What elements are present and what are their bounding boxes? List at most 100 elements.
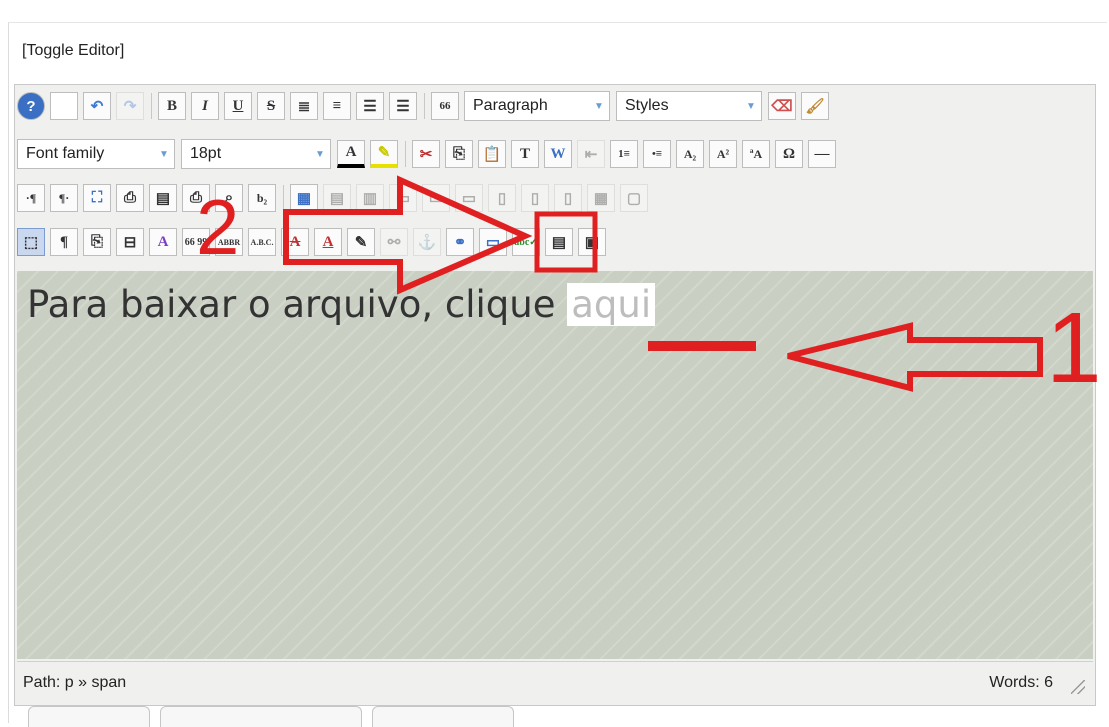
merge-cells-icon[interactable]: ▢ (620, 184, 648, 212)
numbered-list-icon[interactable]: 1≡ (610, 140, 638, 168)
toolbar-separator (283, 185, 284, 211)
spellcheck-icon[interactable]: abc✓ (512, 228, 540, 256)
font-color-icon[interactable]: A (337, 140, 365, 168)
bullet-list-icon[interactable]: •≡ (643, 140, 671, 168)
paste-word-icon[interactable]: W (544, 140, 572, 168)
anchor-icon[interactable]: ⚓ (413, 228, 441, 256)
acronym-icon[interactable]: A.B.C. (248, 228, 276, 256)
chevron-down-icon: ▼ (159, 148, 169, 160)
horizontal-rule-icon[interactable]: — (808, 140, 836, 168)
visual-aid-icon[interactable]: ⬚ (17, 228, 45, 256)
outdent-icon[interactable]: ⇤ (577, 140, 605, 168)
word-count: Words: 6 (989, 674, 1053, 691)
redo-icon[interactable]: ↷ (116, 92, 144, 120)
toggle-editor-link[interactable]: [Toggle Editor] (22, 42, 124, 60)
justify-full-icon[interactable]: ≣ (290, 92, 318, 120)
rich-text-editor: ? ↶ ↷ B I U S ≣ ≡ ☰ ☰ 66 Paragraph ▼ Sty… (14, 84, 1096, 706)
paragraph-text: Para baixar o arquivo, clique (27, 283, 568, 326)
ltr-icon[interactable]: ·¶ (17, 184, 45, 212)
rtl-icon[interactable]: ¶· (50, 184, 78, 212)
subscript-button[interactable]: A₂ (676, 140, 704, 168)
absolute-icon[interactable]: ▣ (578, 228, 606, 256)
styles-select[interactable]: Styles ▼ (616, 91, 762, 121)
cut-icon[interactable]: ✂ (412, 140, 440, 168)
font-size-value: 18pt (190, 145, 222, 162)
eraser-icon[interactable]: ⌫ (768, 92, 796, 120)
format-select[interactable]: Paragraph ▼ (464, 91, 610, 121)
unlink-icon[interactable]: ⚯ (380, 228, 408, 256)
underline-button[interactable]: U (224, 92, 252, 120)
char-map-icon[interactable]: ªA (742, 140, 770, 168)
resize-grip-icon[interactable] (1071, 680, 1085, 694)
annotation-label-2: 2 (196, 183, 240, 271)
undo-icon[interactable]: ↶ (83, 92, 111, 120)
ins-icon[interactable]: A (314, 228, 342, 256)
insert-row-after-icon[interactable]: ▭ (422, 184, 450, 212)
toolbar-separator (405, 141, 406, 167)
new-document-icon[interactable] (50, 92, 78, 120)
attribs-icon[interactable]: ✎ (347, 228, 375, 256)
print-preview-icon[interactable]: ▤ (149, 184, 177, 212)
del-icon[interactable]: A (281, 228, 309, 256)
toolbar-separator (151, 93, 152, 119)
paste-text-icon[interactable]: T (511, 140, 539, 168)
italic-button[interactable]: I (191, 92, 219, 120)
template-icon[interactable]: ⎘ (83, 228, 111, 256)
status-bar: Path: p » span Words: 6 (17, 661, 1093, 702)
styles-select-value: Styles (625, 97, 669, 114)
editor-extra-button[interactable] (160, 706, 362, 727)
styleprops-icon[interactable]: A (149, 228, 177, 256)
font-family-value: Font family (26, 145, 105, 162)
editor-extra-button[interactable] (28, 706, 150, 727)
annotation-label-1: 1 (1046, 292, 1102, 404)
cell-props-icon[interactable]: ▥ (356, 184, 384, 212)
toolbar-row-4: ⬚ ¶ ⎘ ⊟ A 66 99 ABBR A.B.C. A A ✎ ⚯ ⚓ ⚭ … (17, 225, 611, 259)
format-select-value: Paragraph (473, 97, 548, 114)
image-icon[interactable]: ▭ (479, 228, 507, 256)
fullscreen-icon[interactable]: ⛶ (83, 184, 111, 212)
page-break-icon[interactable]: ⊟ (116, 228, 144, 256)
font-size-select[interactable]: 18pt ▼ (181, 139, 331, 169)
cleanup-brush-icon[interactable]: 🖌 (801, 92, 829, 120)
chevron-down-icon: ▼ (746, 100, 756, 112)
toolbar-row-1: ? ↶ ↷ B I U S ≣ ≡ ☰ ☰ 66 Paragraph ▼ Sty… (17, 89, 834, 123)
delete-row-icon[interactable]: ▭ (455, 184, 483, 212)
replace-icon[interactable]: b₂ (248, 184, 276, 212)
link-icon[interactable]: ⚭ (446, 228, 474, 256)
toolbar-row-3: ·¶ ¶· ⛶ ⎙ ▤ ⎙ ⌕ b₂ ▦ ▤ ▥ ▭ ▭ ▭ ▯ ▯ ▯ ▦ ▢ (17, 181, 653, 215)
delete-col-icon[interactable]: ▯ (554, 184, 582, 212)
help-icon[interactable]: ? (17, 92, 45, 120)
insert-col-before-icon[interactable]: ▯ (488, 184, 516, 212)
toolbar-row-2: Font family ▼ 18pt ▼ A ✎ ✂ ⎘ 📋 T W ⇤ 1≡ … (17, 137, 841, 171)
bold-button[interactable]: B (158, 92, 186, 120)
chevron-down-icon: ▼ (594, 100, 604, 112)
element-path: Path: p » span (23, 674, 127, 691)
blockquote-button[interactable]: 66 (431, 92, 459, 120)
show-blocks-icon[interactable]: ¶ (50, 228, 78, 256)
table-icon[interactable]: ▦ (290, 184, 318, 212)
editor-extra-button[interactable] (372, 706, 514, 727)
insert-row-before-icon[interactable]: ▭ (389, 184, 417, 212)
selected-text[interactable]: aqui (567, 283, 656, 326)
toolbar-separator (424, 93, 425, 119)
omega-button[interactable]: Ω (775, 140, 803, 168)
copy-icon[interactable]: ⎘ (445, 140, 473, 168)
page: [Toggle Editor] ? ↶ ↷ B I U S ≣ ≡ ☰ ☰ 66… (0, 0, 1109, 727)
highlight-color-icon[interactable]: ✎ (370, 140, 398, 168)
paste-icon[interactable]: 📋 (478, 140, 506, 168)
insert-col-after-icon[interactable]: ▯ (521, 184, 549, 212)
font-family-select[interactable]: Font family ▼ (17, 139, 175, 169)
align-right-icon[interactable]: ☰ (389, 92, 417, 120)
editor-buttons-row (28, 706, 524, 727)
chevron-down-icon: ▼ (315, 148, 325, 160)
editor-content-area[interactable]: Para baixar o arquivo, clique aqui (17, 271, 1093, 659)
strikethrough-button[interactable]: S (257, 92, 285, 120)
align-left-icon[interactable]: ☰ (356, 92, 384, 120)
superscript-button[interactable]: A² (709, 140, 737, 168)
content-paragraph: Para baixar o arquivo, clique aqui (27, 283, 656, 326)
split-cells-icon[interactable]: ▦ (587, 184, 615, 212)
preview-icon[interactable]: ⎙ (116, 184, 144, 212)
align-center-icon[interactable]: ≡ (323, 92, 351, 120)
row-props-icon[interactable]: ▤ (323, 184, 351, 212)
layer-icon[interactable]: ▤ (545, 228, 573, 256)
